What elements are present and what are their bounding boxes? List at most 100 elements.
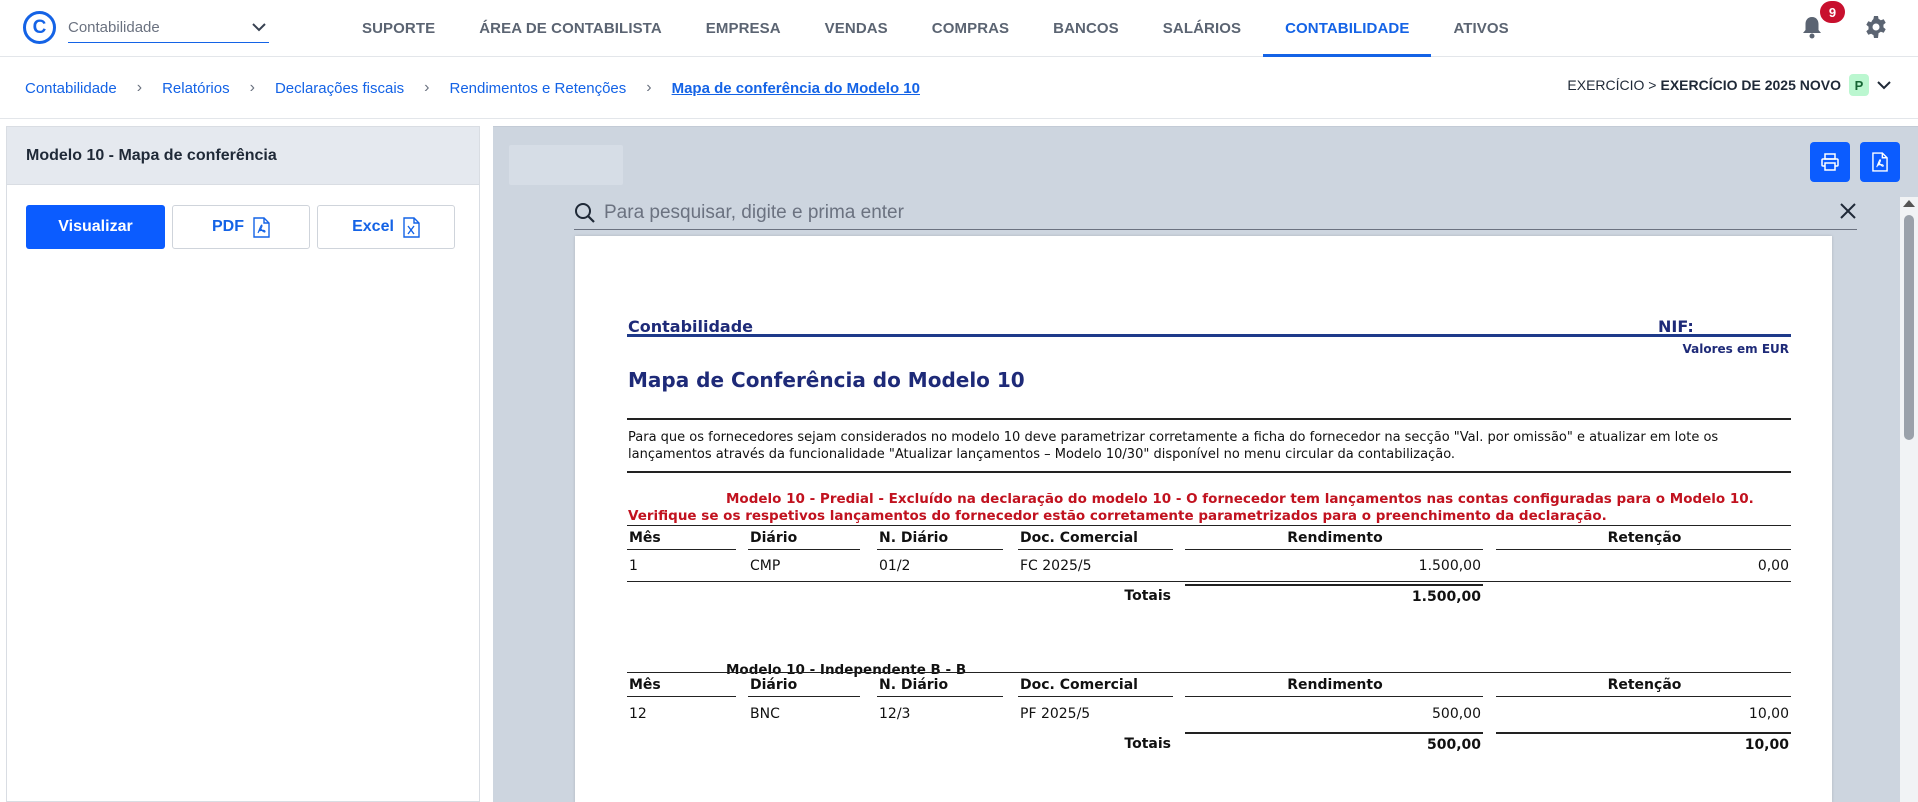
excel-button-label: Excel <box>352 218 394 235</box>
section-title-line2: Verifique se os respetivos lançamentos d… <box>628 508 1607 524</box>
totals-row: Totais 1.500,00 <box>627 584 1791 608</box>
report-currency-note: Valores em EUR <box>1682 342 1789 356</box>
totals-label: Totais <box>1124 736 1171 752</box>
divider <box>627 471 1791 473</box>
report-search <box>574 196 1857 230</box>
totals-label: Totais <box>1124 588 1171 604</box>
breadcrumb-relatorios[interactable]: Relatórios <box>162 80 230 97</box>
panel-title: Modelo 10 - Mapa de conferência <box>7 127 479 185</box>
app-logo[interactable]: C <box>23 11 56 44</box>
total-rendimento: 1.500,00 <box>1185 584 1483 608</box>
printer-icon <box>1821 153 1839 171</box>
column-header: Retenção <box>1496 673 1791 697</box>
report-nif-label: NIF: <box>1658 317 1694 336</box>
breadcrumb-declaracoes-fiscais[interactable]: Declarações fiscais <box>275 80 404 97</box>
nav-ativos[interactable]: ATIVOS <box>1431 0 1530 57</box>
close-icon[interactable] <box>1839 202 1857 220</box>
print-button[interactable] <box>1810 142 1850 182</box>
nav-area-contabilista[interactable]: ÁREA DE CONTABILISTA <box>457 0 684 57</box>
column-header: Diário <box>748 673 860 697</box>
viewer-tab-placeholder <box>509 145 623 185</box>
top-navigation-bar: C Contabilidade SUPORTE ÁREA DE CONTABIL… <box>0 0 1918 57</box>
report-header: Contabilidade NIF: <box>627 317 1791 337</box>
chevron-down-icon[interactable] <box>1877 80 1891 90</box>
divider <box>627 581 1791 582</box>
section-title-line1: Modelo 10 - Predial - Excluído na declar… <box>726 491 1754 507</box>
cell-mes: 1 <box>629 558 638 574</box>
module-select-value: Contabilidade <box>68 18 160 36</box>
nav-compras[interactable]: COMPRAS <box>910 0 1031 57</box>
table-row: 12 BNC 12/3 PF 2025/5 500,00 10,00 <box>627 702 1791 726</box>
cell-rendimento: 500,00 <box>1432 706 1481 722</box>
viewer-scrollbar[interactable] <box>1900 197 1918 802</box>
excel-file-icon <box>403 216 420 238</box>
report-company: Contabilidade <box>628 317 754 336</box>
cell-diario: CMP <box>750 558 781 574</box>
report-viewer: Contabilidade NIF: Valores em EUR Mapa d… <box>493 126 1918 802</box>
cell-n-diario: 12/3 <box>879 706 911 722</box>
cell-retencao: 0,00 <box>1757 558 1789 574</box>
column-header: N. Diário <box>877 673 1003 697</box>
cell-rendimento: 1.500,00 <box>1418 558 1481 574</box>
visualize-button[interactable]: Visualizar <box>26 205 165 249</box>
table-row: 1 CMP 01/2 FC 2025/5 1.500,00 0,00 <box>627 554 1791 578</box>
pdf-button-label: PDF <box>212 218 244 235</box>
column-header: N. Diário <box>877 526 1003 550</box>
exercise-name: EXERCÍCIO DE 2025 NOVO <box>1660 77 1841 93</box>
exercise-prefix: EXERCÍCIO > <box>1567 77 1657 93</box>
module-select[interactable]: Contabilidade <box>68 12 269 43</box>
report-title: Mapa de Conferência do Modelo 10 <box>628 368 1025 392</box>
cell-mes: 12 <box>629 706 647 722</box>
breadcrumb-rendimentos-retencoes[interactable]: Rendimentos e Retenções <box>449 80 626 97</box>
nav-contabilidade[interactable]: CONTABILIDADE <box>1263 0 1432 57</box>
nav-vendas[interactable]: VENDAS <box>803 0 910 57</box>
nav-suporte[interactable]: SUPORTE <box>340 0 457 57</box>
report-options-panel: Modelo 10 - Mapa de conferência Visualiz… <box>6 126 480 802</box>
total-retencao <box>1496 584 1791 608</box>
search-icon <box>575 202 595 223</box>
column-header: Mês <box>627 673 736 697</box>
scrollbar-thumb[interactable] <box>1904 215 1914 440</box>
section-title: Modelo 10 - Predial - Excluído na declar… <box>628 491 1754 525</box>
totals-row: Totais 500,00 10,00 <box>627 732 1791 756</box>
nav-salarios[interactable]: SALÁRIOS <box>1141 0 1263 57</box>
table-header-row: Mês Diário N. Diário Doc. Comercial Rend… <box>627 672 1791 697</box>
action-buttons: Visualizar PDF Excel <box>26 205 455 249</box>
column-header: Doc. Comercial <box>1018 526 1173 550</box>
export-pdf-button[interactable] <box>1860 142 1900 182</box>
report-note: Para que os fornecedores sejam considera… <box>628 430 1719 462</box>
search-input[interactable] <box>604 201 1804 224</box>
nav-bancos[interactable]: BANCOS <box>1031 0 1141 57</box>
breadcrumb: Contabilidade › Relatórios › Declarações… <box>25 79 920 97</box>
column-header: Rendimento <box>1185 526 1483 550</box>
cell-n-diario: 01/2 <box>879 558 911 574</box>
cell-diario: BNC <box>750 706 780 722</box>
chevron-down-icon <box>252 22 266 31</box>
pdf-button[interactable]: PDF <box>172 205 310 249</box>
chevron-right-icon: › <box>249 79 255 96</box>
chevron-right-icon: › <box>646 79 652 96</box>
gear-icon[interactable] <box>1864 15 1888 39</box>
cell-retencao: 10,00 <box>1748 706 1789 722</box>
breadcrumb-bar: Contabilidade › Relatórios › Declarações… <box>0 57 1918 119</box>
pdf-file-icon <box>253 216 270 238</box>
nav-empresa[interactable]: EMPRESA <box>684 0 803 57</box>
total-rendimento: 500,00 <box>1185 732 1483 756</box>
scroll-up-icon[interactable] <box>1903 200 1915 207</box>
excel-button[interactable]: Excel <box>317 205 455 249</box>
exercise-status-badge: P <box>1849 74 1869 96</box>
report-page: Contabilidade NIF: Valores em EUR Mapa d… <box>575 236 1832 802</box>
bell-icon[interactable] <box>1801 15 1823 39</box>
column-header: Rendimento <box>1185 673 1483 697</box>
breadcrumb-current-page[interactable]: Mapa de conferência do Modelo 10 <box>672 80 920 97</box>
total-retencao: 10,00 <box>1496 732 1791 756</box>
pdf-file-icon <box>1872 152 1888 172</box>
table-header-row: Mês Diário N. Diário Doc. Comercial Rend… <box>627 525 1791 550</box>
chevron-right-icon: › <box>136 79 143 96</box>
cell-doc-comercial: PF 2025/5 <box>1020 706 1091 722</box>
exercise-selector[interactable]: EXERCÍCIO > EXERCÍCIO DE 2025 NOVO P <box>1567 74 1891 96</box>
cell-doc-comercial: FC 2025/5 <box>1020 558 1092 574</box>
column-header: Diário <box>748 526 860 550</box>
breadcrumb-contabilidade[interactable]: Contabilidade <box>25 80 117 97</box>
divider <box>627 418 1791 420</box>
